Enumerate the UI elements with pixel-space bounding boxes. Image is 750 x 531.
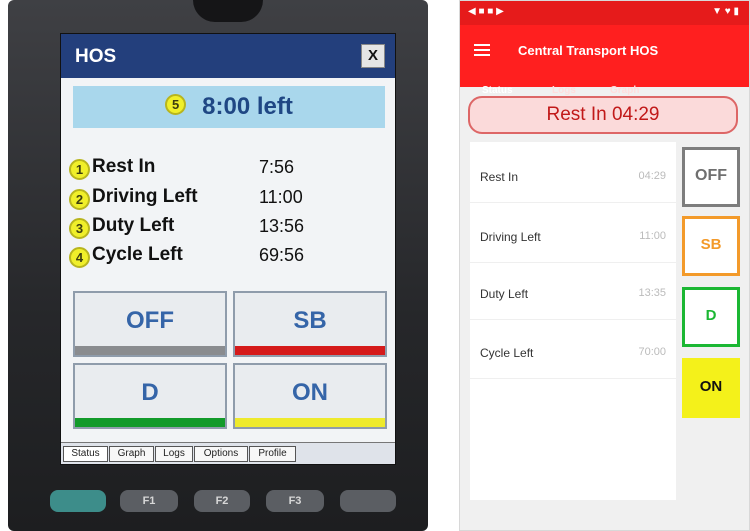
- hardware-key[interactable]: [50, 490, 106, 512]
- list-item: Driving Left 11:00: [470, 210, 676, 263]
- hardware-key[interactable]: [340, 490, 396, 512]
- item-label: Duty Left: [480, 287, 529, 301]
- row-duty-left: 3 Duty Left 13:56: [69, 215, 369, 243]
- on-duty-button[interactable]: ON: [682, 358, 740, 418]
- on-duty-button[interactable]: ON: [233, 363, 387, 429]
- status-color-bar: [75, 346, 225, 355]
- row-value: 7:56: [259, 157, 295, 177]
- status-bar-icons: ◀ ■ ■ ▶: [468, 6, 504, 17]
- sleeper-berth-button[interactable]: SB: [233, 291, 387, 357]
- callout-number-badge: 3: [69, 218, 90, 239]
- item-value: 13:35: [638, 287, 666, 299]
- row-label: Cycle Left: [92, 244, 183, 265]
- item-value: 70:00: [638, 346, 666, 358]
- sleeper-berth-button[interactable]: SB: [682, 216, 740, 276]
- time-left-text: 8:00 left: [202, 93, 293, 120]
- hamburger-menu-icon[interactable]: [474, 44, 490, 56]
- handheld-device: HOS X 5 8:00 left 1 Rest In 7:56 2 Drivin…: [8, 0, 428, 531]
- status-color-bar: [235, 418, 385, 427]
- close-button[interactable]: X: [361, 44, 385, 68]
- row-label: Driving Left: [92, 186, 198, 207]
- item-label: Rest In: [480, 170, 519, 184]
- android-status-bar: ◀ ■ ■ ▶ ▼ ♥ ▮: [460, 1, 749, 25]
- list-item: Cycle Left 70:00: [470, 326, 676, 379]
- hardware-key-f3[interactable]: F3: [266, 490, 324, 512]
- row-label: Duty Left: [92, 215, 175, 236]
- button-label: D: [141, 379, 159, 406]
- list-item: Rest In 04:29: [470, 150, 676, 203]
- row-value: 11:00: [259, 187, 303, 207]
- row-label: Rest In: [92, 156, 156, 177]
- hardware-key-f2[interactable]: F2: [194, 490, 250, 512]
- driving-button[interactable]: D: [682, 287, 740, 347]
- row-driving-left: 2 Driving Left 11:00: [69, 186, 369, 214]
- tab-profile[interactable]: Profile: [249, 446, 296, 462]
- off-duty-button[interactable]: OFF: [73, 291, 227, 357]
- item-label: Driving Left: [480, 230, 541, 244]
- window-title: HOS: [75, 46, 117, 67]
- device-bezel-top: [193, 0, 263, 22]
- button-label: OFF: [126, 307, 174, 334]
- android-phone-screen: ◀ ■ ■ ▶ ▼ ♥ ▮ Central Transport HOS Stat…: [459, 0, 750, 531]
- callout-number-badge: 5: [165, 94, 187, 116]
- item-value: 11:00: [639, 230, 666, 242]
- status-color-bar: [235, 346, 385, 355]
- signal-battery-icon: ▼ ♥ ▮: [712, 6, 739, 17]
- off-duty-button[interactable]: OFF: [682, 147, 740, 207]
- item-value: 04:29: [638, 170, 666, 182]
- row-value: 69:56: [259, 245, 305, 265]
- tab-logs[interactable]: Logs: [155, 446, 193, 462]
- tab-options[interactable]: Options: [194, 446, 248, 462]
- bottom-tab-bar: Status Graph Logs Options Profile: [61, 442, 395, 464]
- row-rest-in: 1 Rest In 7:56: [69, 156, 369, 184]
- rest-in-banner: Rest In 04:29: [468, 96, 738, 134]
- app-title: Central Transport HOS: [518, 43, 659, 58]
- button-label: ON: [292, 379, 328, 406]
- callout-number-badge: 4: [69, 247, 90, 268]
- row-cycle-left: 4 Cycle Left 69:56: [69, 244, 369, 272]
- driving-button[interactable]: D: [73, 363, 227, 429]
- callout-number-badge: 1: [69, 159, 90, 180]
- item-label: Cycle Left: [480, 346, 534, 360]
- hos-values-list: Rest In 04:29 Driving Left 11:00 Duty Le…: [470, 142, 676, 500]
- callout-number-badge: 2: [69, 189, 90, 210]
- hos-screen-left: HOS X 5 8:00 left 1 Rest In 7:56 2 Drivin…: [60, 33, 396, 465]
- title-bar: HOS X: [61, 34, 395, 78]
- row-value: 13:56: [259, 216, 305, 236]
- tab-graph[interactable]: Graph: [610, 85, 639, 96]
- tab-status[interactable]: Status: [63, 446, 108, 462]
- tab-graph[interactable]: Graph: [109, 446, 154, 462]
- tab-status[interactable]: Status: [482, 85, 513, 96]
- tab-logs[interactable]: Logs: [552, 85, 576, 96]
- status-color-bar: [75, 418, 225, 427]
- app-bar: Central Transport HOS Status Logs Graph: [460, 25, 749, 96]
- hardware-key-f1[interactable]: F1: [120, 490, 178, 512]
- list-item: Duty Left 13:35: [470, 267, 676, 320]
- time-left-banner: 5 8:00 left: [73, 86, 385, 128]
- button-label: SB: [293, 307, 327, 334]
